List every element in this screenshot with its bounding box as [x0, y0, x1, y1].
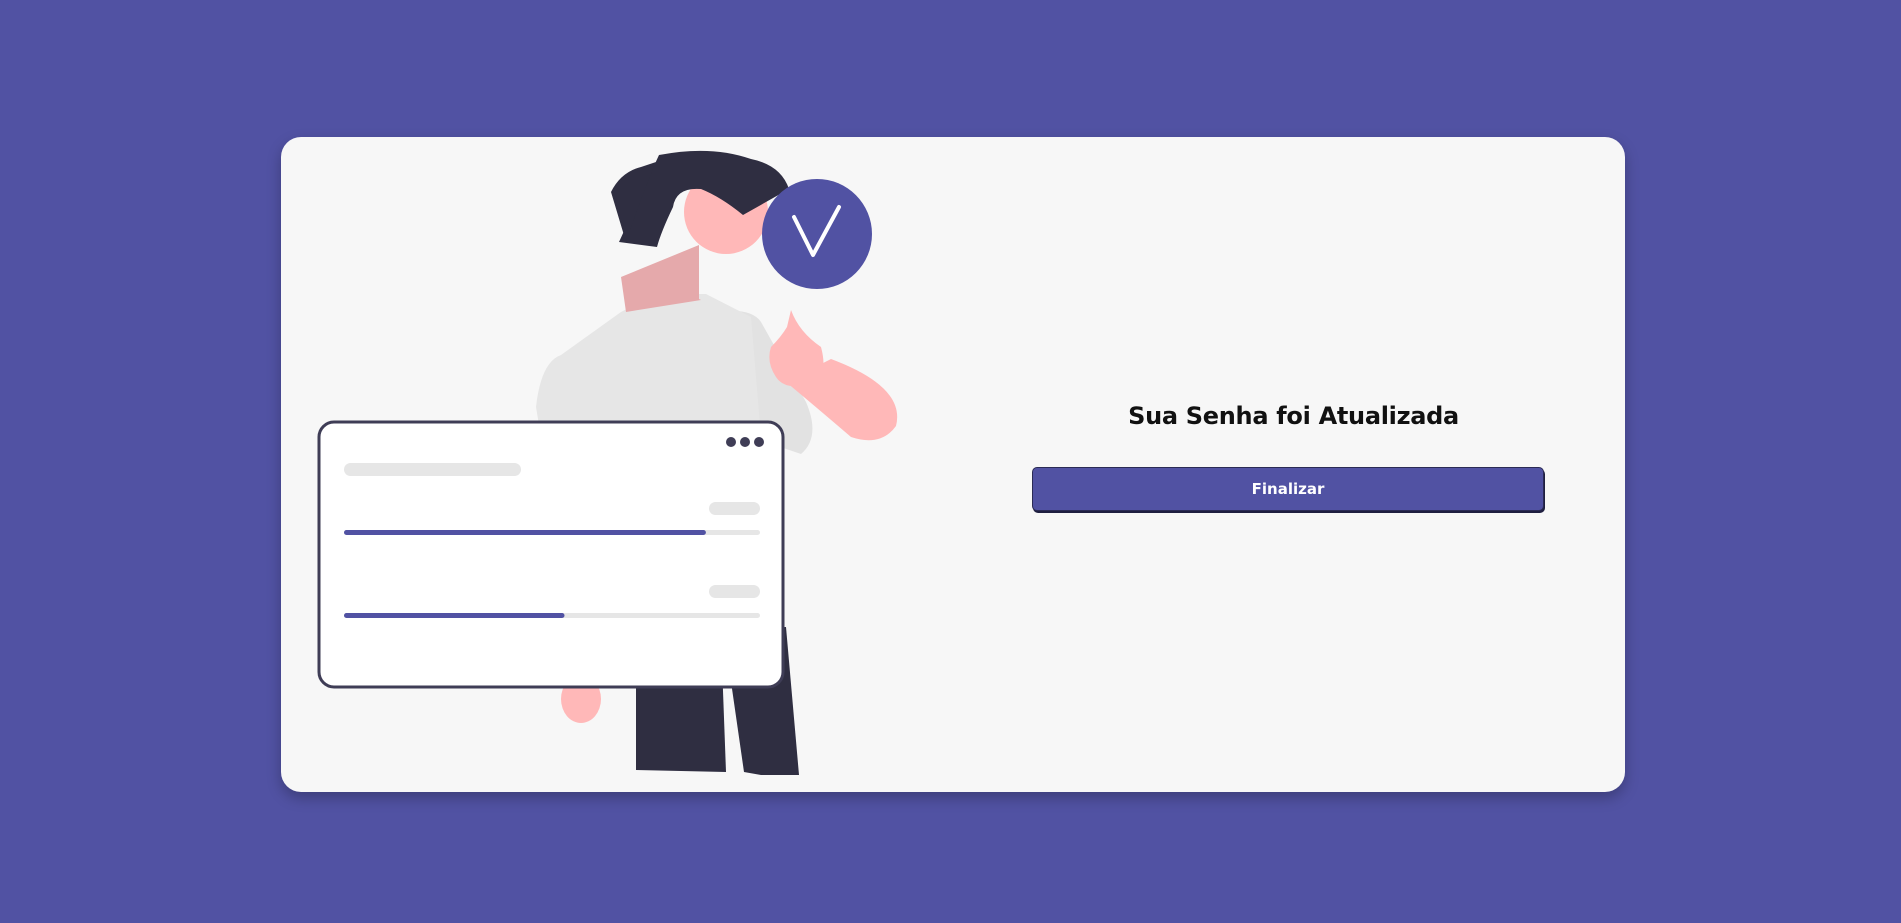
stats-panel: [317, 420, 785, 689]
check-circle: [762, 179, 872, 289]
panel-heading-placeholder: [344, 463, 521, 476]
panel-label-placeholder-1: [709, 502, 760, 515]
success-illustration: [317, 150, 898, 775]
progress-fill-1: [344, 530, 706, 535]
page-title: Sua Senha foi Atualizada: [1128, 402, 1459, 430]
person-right-hand: [769, 310, 824, 386]
panel-label-placeholder-2: [709, 585, 760, 598]
success-card: Sua Senha foi Atualizada Finalizar: [281, 137, 1625, 792]
progress-fill-2: [344, 613, 565, 618]
finalize-button[interactable]: Finalizar: [1032, 467, 1544, 511]
more-dots-icon: [726, 437, 764, 447]
